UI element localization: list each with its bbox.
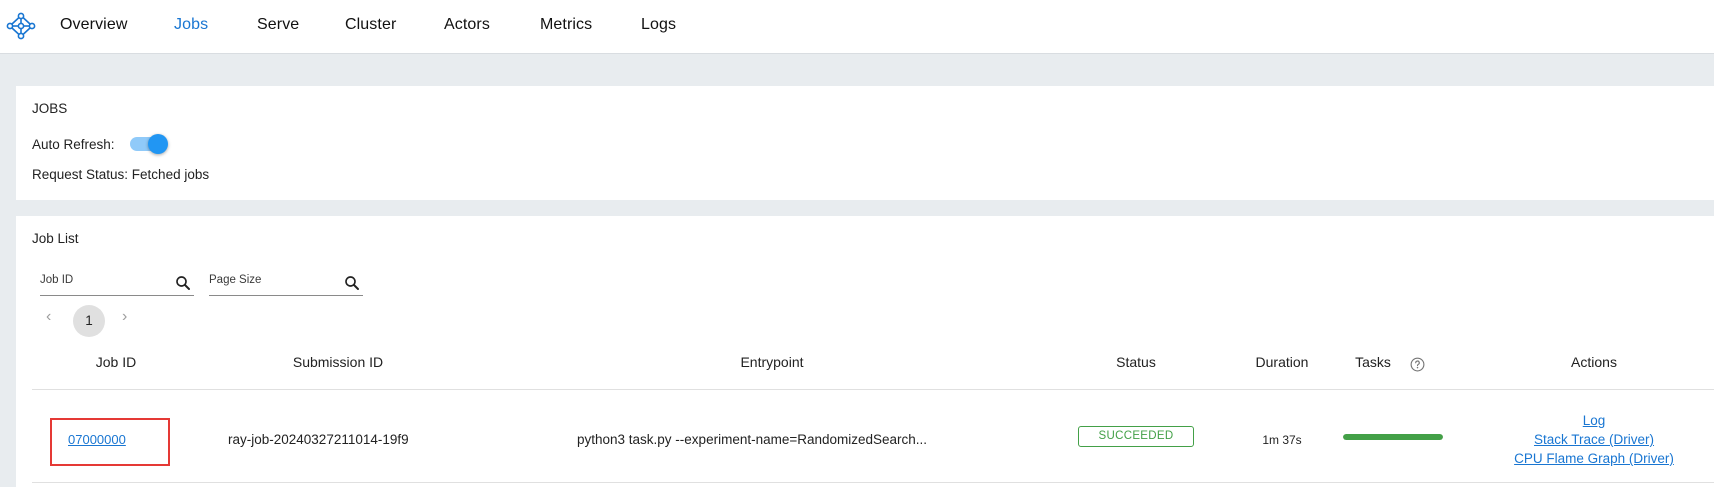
job-id-filter [40,272,194,296]
row-divider [32,482,1714,483]
status-badge: SUCCEEDED [1078,426,1194,447]
nav-metrics[interactable]: Metrics [540,16,592,34]
pagination-next-button[interactable]: › [122,308,127,326]
column-header-entrypoint: Entrypoint [740,354,804,370]
jobs-panel-title: JOBS [32,101,68,116]
column-header-actions: Actions [1571,354,1617,370]
header-divider [32,389,1714,390]
request-status-text: Request Status: Fetched jobs [32,167,210,182]
column-header-status: Status [1116,354,1156,370]
nav-jobs[interactable]: Jobs [174,16,208,34]
log-link[interactable]: Log [1514,413,1674,428]
tasks-progress-bar [1343,434,1443,440]
job-id-link[interactable]: 07000000 [68,432,126,447]
column-header-job-id: Job ID [95,354,137,370]
pagination-prev-button[interactable]: ‹ [46,308,51,326]
auto-refresh-label: Auto Refresh: [32,137,115,152]
nav-logs[interactable]: Logs [641,16,676,34]
jobs-panel: JOBS Auto Refresh: Request Status: Fetch… [16,86,1714,200]
submission-id-cell: ray-job-20240327211014-19f9 [228,432,409,447]
ray-logo-icon[interactable] [6,11,36,41]
top-navigation: Overview Jobs Serve Cluster Actors Metri… [0,0,1714,54]
toggle-thumb [148,134,168,154]
search-icon[interactable] [174,274,192,292]
column-header-duration: Duration [1255,354,1309,370]
job-id-input[interactable] [40,274,160,286]
stack-trace-link[interactable]: Stack Trace (Driver) [1514,432,1674,447]
nav-actors[interactable]: Actors [444,16,490,34]
nav-cluster[interactable]: Cluster [345,16,396,34]
pagination-page-button[interactable]: 1 [73,305,105,337]
job-list-panel: Job List ‹ 1 › Job ID Submission ID Entr… [16,216,1714,487]
nav-serve[interactable]: Serve [257,16,299,34]
nav-overview[interactable]: Overview [60,16,127,34]
column-header-submission-id: Submission ID [292,354,384,370]
tasks-progress-fill [1343,434,1443,440]
duration-cell: 1m 37s [1262,433,1302,447]
page-size-input[interactable] [209,274,329,286]
job-list-title: Job List [32,231,79,246]
cpu-flame-graph-link[interactable]: CPU Flame Graph (Driver) [1514,451,1674,466]
entrypoint-cell: python3 task.py --experiment-name=Random… [577,432,928,447]
search-icon[interactable] [343,274,361,292]
auto-refresh-toggle[interactable] [128,134,168,154]
page-size-filter [209,272,363,296]
help-circle-icon[interactable] [1410,357,1425,372]
column-header-tasks: Tasks [1355,354,1391,370]
